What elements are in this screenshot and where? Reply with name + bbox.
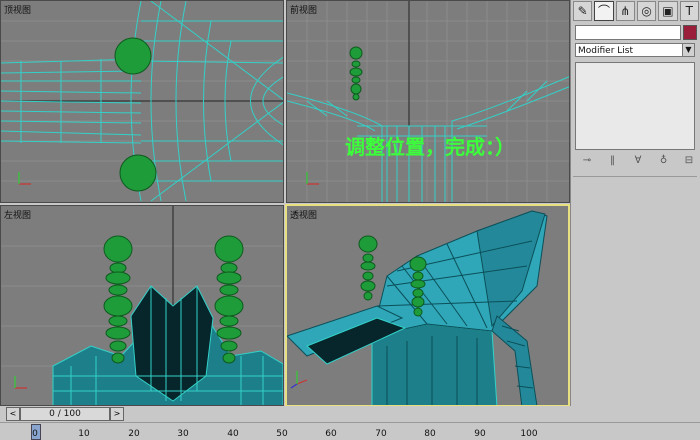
make-unique-icon[interactable]: ∀	[630, 155, 646, 169]
object-name-field[interactable]	[575, 25, 681, 40]
frame-counter[interactable]: 0 / 100	[20, 407, 110, 421]
viewport-label-top[interactable]: 顶视图	[4, 3, 31, 16]
viewport-front[interactable]: 前视图 调整位置，完成：）	[286, 0, 570, 203]
show-end-result-icon[interactable]: ‖	[605, 155, 621, 169]
chevron-down-icon[interactable]: ▼	[682, 44, 694, 56]
viewport-top[interactable]: 顶视图	[0, 0, 284, 203]
viewport-perspective[interactable]: 透视图	[285, 204, 570, 407]
create-tab-icon[interactable]: ✎	[573, 1, 593, 21]
viewport-left[interactable]: 左视图	[0, 205, 284, 406]
hierarchy-tab-icon[interactable]: ⋔	[615, 1, 635, 21]
utilities-tab-icon[interactable]: T	[679, 1, 699, 21]
prev-frame-button[interactable]: <	[6, 407, 20, 421]
panel-divider	[573, 176, 697, 177]
display-tab-icon[interactable]: ▣	[658, 1, 678, 21]
viewport-label-front[interactable]: 前视图	[290, 3, 317, 16]
command-panel-tabs: ✎ ⌒ ⋔ ◎ ▣ T	[573, 1, 699, 23]
perspective-view-render	[287, 210, 548, 405]
object-color-swatch[interactable]	[683, 25, 697, 40]
viewport-label-left[interactable]: 左视图	[4, 208, 31, 221]
pin-stack-icon[interactable]: ⊸	[579, 155, 595, 169]
next-frame-button[interactable]: >	[110, 407, 124, 421]
motion-tab-icon[interactable]: ◎	[636, 1, 657, 21]
modify-tab-icon[interactable]: ⌒	[594, 1, 614, 21]
modifier-stack[interactable]	[575, 62, 695, 150]
left-view-wireframe	[1, 206, 283, 405]
viewport-label-perspective[interactable]: 透视图	[290, 208, 317, 221]
front-view-wireframe	[287, 1, 569, 202]
modifier-list-dropdown[interactable]: Modifier List ▼	[575, 43, 695, 57]
time-ruler[interactable]: 0 10 20 30 40 50 60 70 80 90 100	[0, 422, 700, 440]
command-panel: ✎ ⌒ ⋔ ◎ ▣ T Modifier List ▼ ⊸ ‖ ∀ ♁ ⊟	[570, 0, 700, 410]
top-view-wireframe	[1, 1, 283, 202]
modifier-list-label: Modifier List	[578, 46, 633, 56]
remove-modifier-icon[interactable]: ♁	[656, 155, 672, 169]
timeline: < 0 / 100 > 0 10 20 30 40 50 60 70 80 90…	[0, 406, 700, 440]
tutorial-caption: 调整位置，完成：）	[345, 135, 515, 159]
configure-sets-icon[interactable]: ⊟	[681, 155, 697, 169]
stack-buttons: ⊸ ‖ ∀ ♁ ⊟	[579, 155, 697, 169]
